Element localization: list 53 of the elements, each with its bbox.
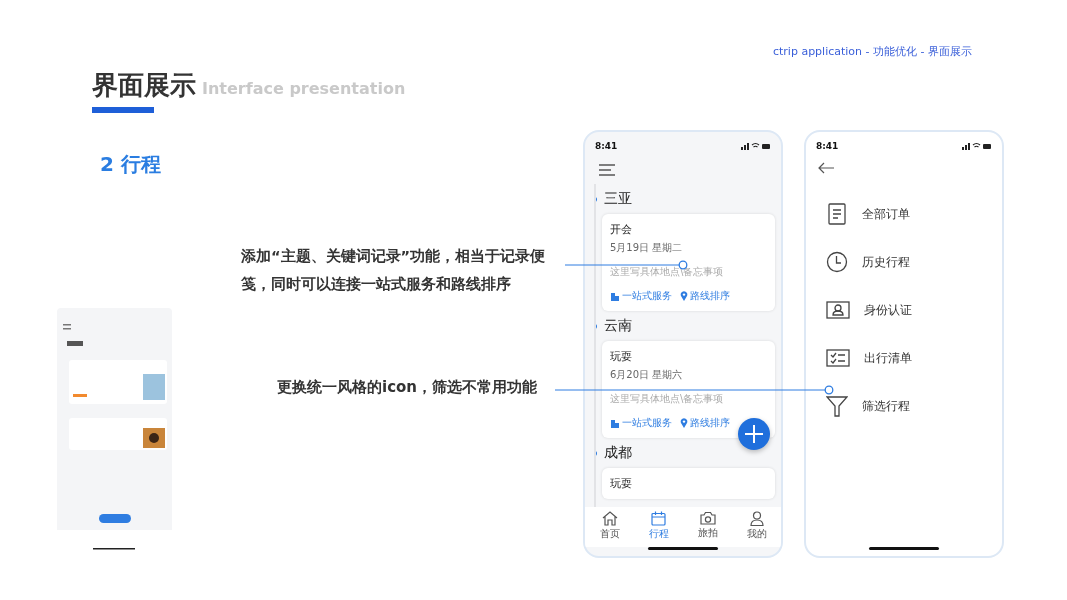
tab-bar-item[interactable]: 首页 — [599, 511, 620, 547]
trip-card[interactable]: 玩耍 — [602, 468, 775, 499]
status-icons — [962, 142, 992, 150]
card-date: 5月19日 星期二 — [610, 241, 684, 255]
checklist-icon — [826, 349, 850, 367]
service-link[interactable]: 一站式服务 — [610, 416, 672, 430]
person-icon — [749, 511, 764, 526]
route-link[interactable]: 路线排序 — [680, 289, 730, 303]
tab-bar-item[interactable]: 我的 — [746, 511, 767, 547]
tab-bar-item[interactable]: 旅拍 — [697, 511, 718, 547]
annotation-text: 添加“主题、关键词记录”功能，相当于记录便笺，同时可以连接一站式服务和路线排序 — [241, 247, 547, 294]
back-arrow-icon[interactable] — [818, 162, 834, 174]
camera-icon — [699, 511, 716, 525]
document-icon — [826, 203, 848, 225]
filter-icon — [826, 395, 848, 417]
home-indicator — [869, 547, 939, 550]
card-title: 玩耍 — [610, 476, 633, 491]
calendar-icon — [651, 511, 666, 526]
location-pin-icon — [680, 291, 688, 301]
status-time: 8:41 — [595, 141, 618, 151]
slide-title: 界面展示 — [92, 69, 196, 102]
status-time: 8:41 — [816, 141, 839, 151]
home-icon — [601, 511, 618, 526]
card-title: 玩耍 — [610, 349, 633, 364]
menu-icon[interactable] — [599, 164, 615, 176]
menu-item[interactable]: 历史行程 — [826, 250, 1002, 274]
header-note: ctrip application - 功能优化 - 界面展示 — [772, 44, 972, 60]
title-underline — [92, 107, 154, 113]
id-card-icon — [826, 301, 850, 319]
menu-item[interactable]: 出行清单 — [826, 346, 1002, 370]
home-indicator — [648, 547, 718, 550]
trip-card[interactable]: 玩耍 6月20日 星期六 这里写具体地点\备忘事项 一站式服务 路线排序 — [602, 341, 775, 438]
memo-placeholder: 这里写具体地点\备忘事项 — [610, 392, 725, 406]
menu-item[interactable]: 筛选行程 — [826, 394, 1002, 418]
building-icon — [610, 291, 620, 301]
section-heading: 2 行程 — [100, 151, 162, 178]
route-link[interactable]: 路线排序 — [680, 416, 730, 430]
card-title: 开会 — [610, 222, 633, 237]
plus-icon — [745, 425, 763, 443]
city-heading: 成都 — [604, 444, 632, 462]
card-date: 6月20日 星期六 — [610, 368, 684, 382]
status-icons — [741, 142, 771, 150]
city-heading: 云南 — [604, 317, 632, 335]
building-icon — [610, 418, 620, 428]
add-button[interactable] — [738, 418, 770, 450]
tab-bar-item[interactable]: 行程 — [648, 511, 669, 547]
menu-item[interactable]: 全部订单 — [826, 202, 1002, 226]
location-pin-icon — [680, 418, 688, 428]
city-heading: 三亚 — [604, 190, 632, 208]
annotation-text: 更换统一风格的icon，筛选不常用功能 — [277, 377, 538, 398]
menu-item[interactable]: 身份认证 — [826, 298, 1002, 322]
clock-icon — [826, 251, 848, 273]
service-link[interactable]: 一站式服务 — [610, 289, 672, 303]
